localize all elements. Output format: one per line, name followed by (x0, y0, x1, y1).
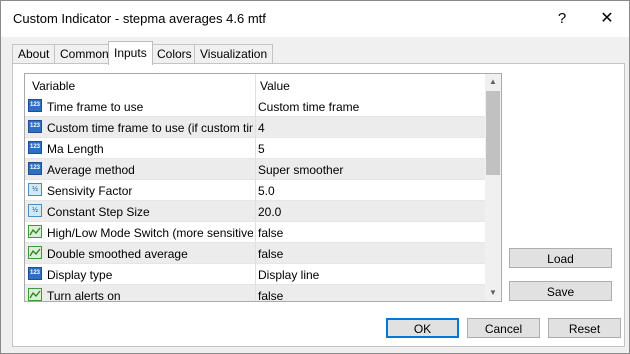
scroll-thumb[interactable] (486, 91, 500, 175)
column-header-variable[interactable]: Variable (32, 79, 75, 93)
table-row[interactable]: Double smoothed average false (25, 243, 485, 264)
scroll-down-arrow-icon[interactable]: ▼ (485, 285, 501, 301)
int-icon: 123 (28, 267, 42, 280)
variable-value[interactable]: Super smoother (258, 163, 343, 177)
table-row[interactable]: High/Low Mode Switch (more sensitive) fal… (25, 222, 485, 243)
table-row[interactable]: 123 Display type Display line (25, 264, 485, 285)
save-button[interactable]: Save (509, 281, 612, 301)
help-icon[interactable]: ? (548, 5, 576, 33)
variable-value[interactable]: Custom time frame (258, 100, 359, 114)
custom-indicator-dialog: Custom Indicator - stepma averages 4.6 m… (0, 0, 630, 354)
variable-name: Double smoothed average (47, 247, 188, 261)
column-divider[interactable] (255, 74, 256, 96)
cell-divider (255, 117, 256, 137)
int-icon: 123 (28, 141, 42, 154)
table-row[interactable]: 123 Average method Super smoother (25, 159, 485, 180)
scroll-up-arrow-icon[interactable]: ▲ (485, 74, 501, 90)
variable-value[interactable]: false (258, 226, 283, 240)
table-row[interactable]: 123 Time frame to use Custom time frame (25, 96, 485, 117)
title-bar: Custom Indicator - stepma averages 4.6 m… (1, 1, 629, 37)
reset-button[interactable]: Reset (548, 318, 621, 338)
tab-visualization[interactable]: Visualization (194, 44, 274, 64)
cell-divider (255, 138, 256, 158)
window-title: Custom Indicator - stepma averages 4.6 m… (13, 11, 266, 26)
double-icon: ½ (28, 204, 42, 217)
variable-value[interactable]: false (258, 289, 283, 301)
cell-divider (255, 285, 256, 301)
variable-value[interactable]: 20.0 (258, 205, 281, 219)
column-header-value[interactable]: Value (260, 79, 290, 93)
double-icon: ½ (28, 183, 42, 196)
tab-common[interactable]: Common (54, 44, 115, 64)
int-icon: 123 (28, 99, 42, 112)
cell-divider (255, 222, 256, 242)
cell-divider (255, 180, 256, 200)
load-button[interactable]: Load (509, 248, 612, 268)
bool-icon (28, 288, 42, 301)
tab-colors[interactable]: Colors (151, 44, 198, 64)
variable-value[interactable]: 4 (258, 121, 265, 135)
variable-value[interactable]: Display line (258, 268, 319, 282)
variable-name: High/Low Mode Switch (more sensitive) (47, 226, 253, 240)
close-icon[interactable]: ✕ (593, 5, 621, 33)
cell-divider (255, 96, 256, 116)
variable-value[interactable]: 5 (258, 142, 265, 156)
int-icon: 123 (28, 120, 42, 133)
variable-name: Average method (47, 163, 135, 177)
bool-icon (28, 225, 42, 238)
vertical-scrollbar[interactable]: ▲ ▼ (485, 74, 501, 301)
cell-divider (255, 243, 256, 263)
table-row[interactable]: ½ Constant Step Size 20.0 (25, 201, 485, 222)
variable-name: Turn alerts on (47, 289, 121, 302)
cell-divider (255, 201, 256, 221)
table-row[interactable]: 123 Custom time frame to use (if custom t… (25, 117, 485, 138)
grid-rows: 123 Time frame to use Custom time frame 123… (25, 96, 485, 302)
variable-name: Custom time frame to use (if custom time… (47, 121, 253, 135)
cell-divider (255, 159, 256, 179)
variable-value[interactable]: false (258, 247, 283, 261)
int-icon: 123 (28, 162, 42, 175)
cancel-button[interactable]: Cancel (467, 318, 540, 338)
variable-name: Time frame to use (47, 100, 144, 114)
variable-name: Sensivity Factor (47, 184, 133, 198)
cell-divider (255, 264, 256, 284)
table-row[interactable]: ½ Sensivity Factor 5.0 (25, 180, 485, 201)
variable-value[interactable]: 5.0 (258, 184, 275, 198)
grid-header: Variable Value (25, 74, 485, 96)
tab-about[interactable]: About (12, 44, 56, 64)
bool-icon (28, 246, 42, 259)
tab-inputs[interactable]: Inputs (108, 41, 153, 65)
ok-button[interactable]: OK (386, 318, 459, 338)
inputs-grid: Variable Value 123 Time frame to use Custo… (24, 73, 502, 302)
variable-name: Display type (47, 268, 113, 282)
variable-name: Constant Step Size (47, 205, 150, 219)
table-row[interactable]: Turn alerts on false (25, 285, 485, 302)
variable-name: Ma Length (47, 142, 104, 156)
table-row[interactable]: 123 Ma Length 5 (25, 138, 485, 159)
